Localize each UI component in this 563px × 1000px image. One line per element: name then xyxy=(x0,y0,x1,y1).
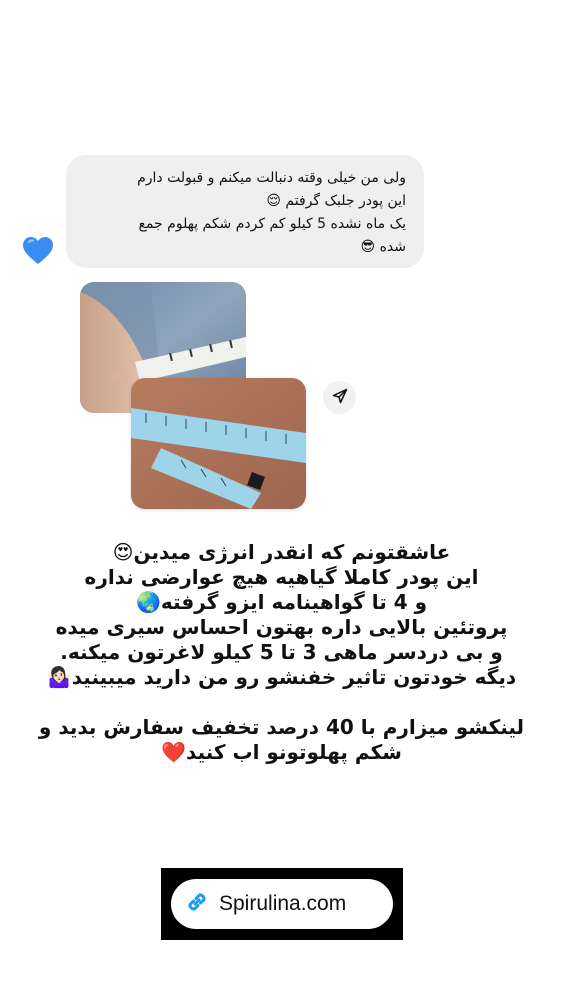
caption-line: لینکشو میزارم با 40 درصد تخفیف سفارش بدی… xyxy=(38,715,525,739)
message-line: یک ماه نشده 5 کیلو کم کردم شکم پهلوم جمع xyxy=(138,216,406,232)
caption-line: پروتئین بالایی داره بهتون احساس سیری مید… xyxy=(55,615,508,639)
link-sticker-frame: Spirulina.com xyxy=(161,868,403,940)
caption-line: و بی دردسر ماهی 3 تا 5 کیلو لاغرتون میکن… xyxy=(60,640,503,664)
message-line: ولی من خیلی وقته دنبالت میکنم و قبولت دا… xyxy=(137,170,406,186)
caption-line: دیگه خودتون تاثیر خفنشو رو من دارید میبی… xyxy=(46,665,517,689)
message-line: این پودر جلبک گرفتم 😌 xyxy=(266,193,406,209)
send-icon xyxy=(332,388,348,408)
caption-line: شکم پهلوتونو اب کنید❤️ xyxy=(161,740,402,764)
link-sticker[interactable]: Spirulina.com xyxy=(171,879,393,929)
message-line: شده 😎 xyxy=(360,239,406,255)
blue-heart-reaction-icon[interactable] xyxy=(20,233,56,269)
caption-line: عاشقتونم که انقدر انرژی میدین😍 xyxy=(112,540,451,564)
share-button[interactable] xyxy=(323,381,356,414)
caption-line: این پودر کاملا گیاهیه هیچ عوارضی نداره xyxy=(84,565,479,589)
link-icon xyxy=(183,888,211,920)
message-bubble[interactable]: ولی من خیلی وقته دنبالت میکنم و قبولت دا… xyxy=(66,155,424,268)
story-caption: عاشقتونم که انقدر انرژی میدین😍 این پودر … xyxy=(0,540,563,765)
caption-line: و 4 تا گواهینامه ایزو گرفته🌏 xyxy=(135,590,428,614)
tape-photo-fabric[interactable] xyxy=(131,378,306,509)
link-text: Spirulina.com xyxy=(219,892,347,915)
